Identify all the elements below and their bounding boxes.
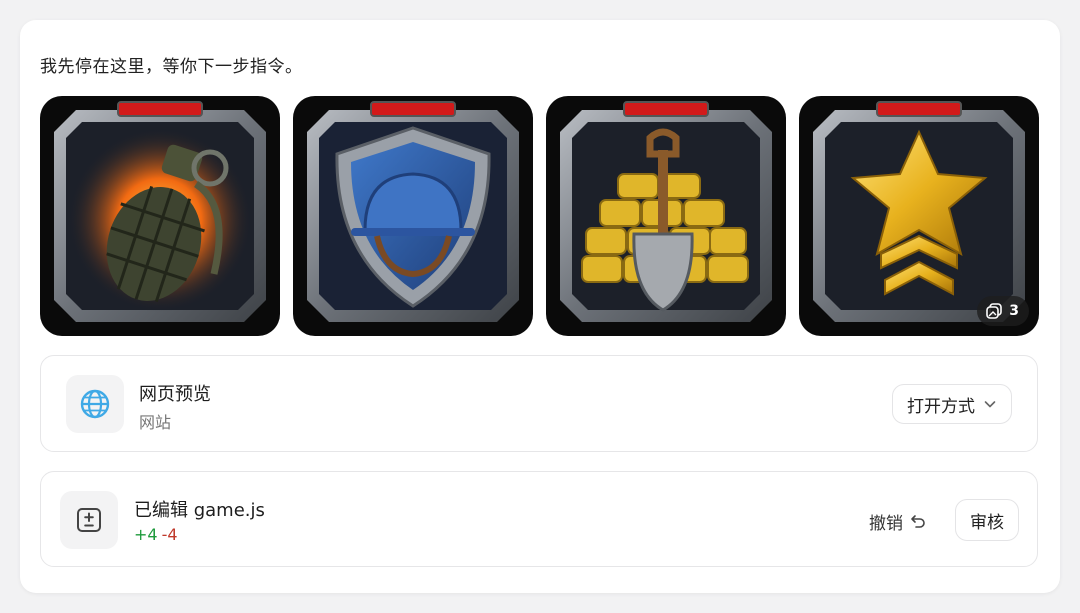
image-thumbnail-star[interactable]: 3 bbox=[799, 96, 1039, 336]
grenade-icon bbox=[54, 101, 266, 322]
image-thumbnail-helmet[interactable] bbox=[293, 96, 533, 336]
open-with-button[interactable]: 打开方式 bbox=[892, 384, 1012, 424]
assistant-message: 我先停在这里，等你下一步指令。 bbox=[40, 57, 303, 77]
edited-file-title: 已编辑 game.js bbox=[134, 500, 265, 521]
diff-icon bbox=[77, 508, 101, 532]
deletions-count: -4 bbox=[161, 525, 178, 544]
images-icon bbox=[986, 303, 1003, 319]
edited-file-card[interactable]: 已编辑 game.js +4 -4 撤销 审核 bbox=[40, 471, 1038, 567]
undo-label: 撤销 bbox=[869, 513, 903, 534]
web-preview-title: 网页预览 bbox=[139, 384, 211, 405]
undo-icon bbox=[911, 515, 925, 528]
additions-count: +4 bbox=[134, 525, 158, 544]
diff-stats: +4 -4 bbox=[134, 525, 178, 544]
helmet-shield-icon bbox=[307, 101, 519, 322]
open-with-label: 打开方式 bbox=[907, 396, 975, 417]
web-preview-card[interactable]: 网页预览 网站 打开方式 bbox=[40, 355, 1038, 452]
image-count-badge[interactable]: 3 bbox=[977, 296, 1029, 326]
review-button[interactable]: 审核 bbox=[955, 499, 1019, 541]
web-preview-icon-box bbox=[66, 375, 124, 433]
shovel-sandbags-icon bbox=[560, 101, 772, 322]
undo-button[interactable]: 撤销 bbox=[869, 504, 927, 538]
review-label: 审核 bbox=[970, 512, 1004, 533]
image-thumbnail-shovel[interactable] bbox=[546, 96, 786, 336]
chevron-down-icon bbox=[984, 401, 996, 408]
edited-file-icon-box bbox=[60, 491, 118, 549]
image-thumbnail-grenade[interactable] bbox=[40, 96, 280, 336]
globe-icon bbox=[80, 389, 110, 419]
web-preview-subtitle: 网站 bbox=[139, 413, 172, 432]
image-count-label: 3 bbox=[1009, 303, 1019, 319]
